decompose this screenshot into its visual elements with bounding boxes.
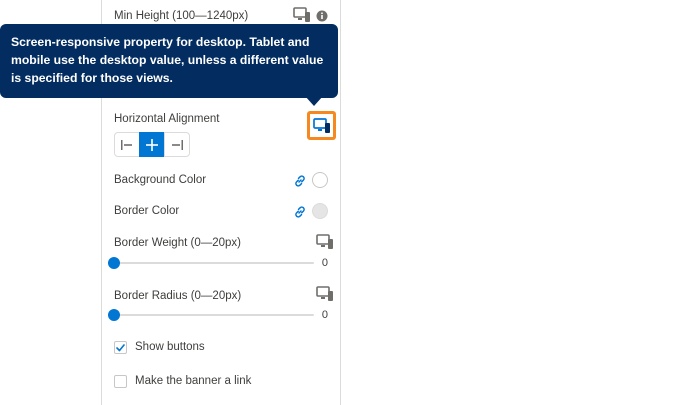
align-right-button[interactable] (164, 132, 190, 157)
border-weight-label: Border Weight (0—20px) (114, 237, 241, 249)
responsive-tooltip: Screen-responsive property for desktop. … (0, 24, 338, 98)
show-buttons-label: Show buttons (135, 341, 205, 353)
slider-thumb[interactable] (108, 257, 120, 269)
desktop-icon[interactable] (316, 234, 334, 250)
border-radius-slider[interactable] (108, 309, 314, 321)
alignment-button-group (114, 132, 194, 157)
align-left-icon (121, 139, 132, 150)
link-icon[interactable] (293, 174, 307, 188)
desktop-icon (312, 117, 330, 133)
align-center-icon (146, 138, 158, 151)
slider-track (114, 314, 314, 316)
desktop-icon[interactable] (293, 7, 311, 23)
min-height-label: Min Height (100—1240px) (114, 10, 249, 22)
horizontal-alignment-label: Horizontal Alignment (114, 113, 220, 125)
background-color-swatch[interactable] (312, 172, 328, 188)
border-weight-value: 0 (321, 257, 328, 269)
checkmark-icon (116, 343, 125, 351)
tooltip-text: Screen-responsive property for desktop. … (11, 35, 324, 85)
border-weight-slider[interactable] (108, 257, 314, 269)
banner-link-checkbox[interactable] (114, 375, 127, 388)
align-center-button[interactable] (139, 132, 165, 157)
background-color-label: Background Color (114, 174, 207, 186)
info-icon[interactable] (316, 9, 328, 22)
responsive-device-toggle[interactable] (307, 111, 336, 140)
show-buttons-checkbox[interactable] (114, 341, 127, 354)
slider-track (114, 262, 314, 264)
align-left-button[interactable] (114, 132, 140, 157)
desktop-icon[interactable] (316, 286, 334, 302)
border-radius-label: Border Radius (0—20px) (114, 290, 242, 302)
border-color-swatch[interactable] (312, 203, 328, 219)
tooltip-arrow (305, 96, 323, 106)
border-radius-value: 0 (321, 309, 328, 321)
slider-thumb[interactable] (108, 309, 120, 321)
border-color-label: Border Color (114, 205, 180, 217)
link-icon[interactable] (293, 205, 307, 219)
align-right-icon (172, 139, 183, 150)
banner-link-label: Make the banner a link (135, 375, 252, 387)
